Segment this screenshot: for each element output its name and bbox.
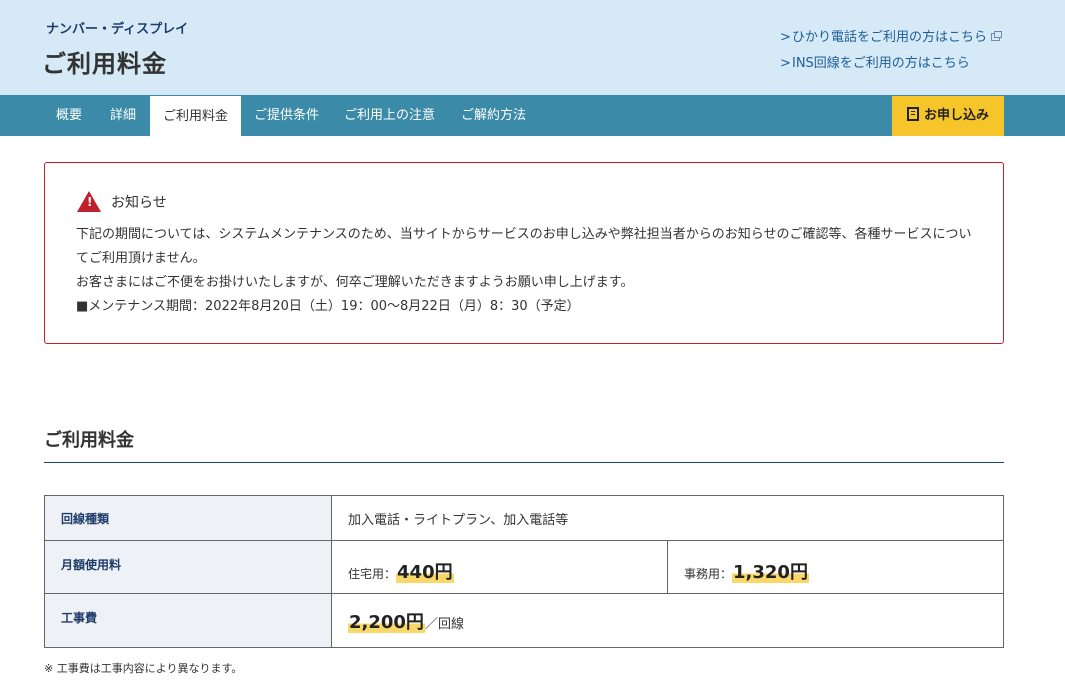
business-label: 事務用： xyxy=(684,567,733,581)
application-form-icon xyxy=(906,107,919,121)
apply-button-label: お申し込み xyxy=(923,108,989,123)
chevron-right-icon: > xyxy=(780,56,791,71)
tab-details[interactable]: 詳細 xyxy=(110,95,136,136)
tab-cancellation[interactable]: ご解約方法 xyxy=(461,95,526,136)
header-links: >ひかり電話をご利用の方はこちら >INS回線をご利用の方はこちら xyxy=(780,26,1003,78)
notice-title: お知らせ xyxy=(111,194,167,211)
apply-button[interactable]: お申し込み xyxy=(892,96,1004,136)
notice-header: ! お知らせ xyxy=(77,191,167,212)
page-header: ナンバー・ディスプレイ ご利用料金 >ひかり電話をご利用の方はこちら >INS回… xyxy=(0,0,1065,95)
maintenance-notice: ! お知らせ 下記の期間については、システムメンテナンスのため、当サイトからサー… xyxy=(44,162,1004,344)
business-price: 1,320円 xyxy=(732,562,809,583)
tab-pricing[interactable]: ご利用料金 xyxy=(150,95,242,136)
tab-overview[interactable]: 概要 xyxy=(56,95,82,136)
hikari-phone-link-label: ひかり電話をご利用の方はこちら xyxy=(792,30,988,45)
per-line-suffix: ／回線 xyxy=(424,616,464,632)
business-fee-cell: 事務用：1,320円 xyxy=(667,540,1004,594)
warning-icon: ! xyxy=(77,191,101,212)
table-row: 月額使用料 住宅用：440円 事務用：1,320円 xyxy=(44,540,1004,594)
footnote: ※ 工事費は工事内容により異なります。 xyxy=(44,662,243,675)
hikari-phone-link[interactable]: >ひかり電話をご利用の方はこちら xyxy=(780,26,1003,45)
external-link-icon xyxy=(991,31,1003,41)
residential-fee-cell: 住宅用：440円 xyxy=(331,540,668,594)
section-title: ご利用料金 xyxy=(44,430,134,451)
residential-label: 住宅用： xyxy=(348,567,397,581)
table-row: 工事費 2,200円／回線 xyxy=(44,593,1004,648)
tab-usage-notes[interactable]: ご利用上の注意 xyxy=(344,95,435,136)
table-row: 回線種類 加入電話・ライトプラン、加入電話等 xyxy=(44,495,1004,541)
line-type-value: 加入電話・ライトプラン、加入電話等 xyxy=(331,495,1004,541)
table-row-header: 回線種類 xyxy=(44,495,332,541)
notice-line: お客さまにはご不便をお掛けいたしますが、何卒ご理解いただきますようお願い申し上げ… xyxy=(76,275,634,290)
ins-line-link-label: INS回線をご利用の方はこちら xyxy=(792,56,970,71)
notice-line: 下記の期間については、システムメンテナンスのため、当サイトからサービスのお申し込… xyxy=(76,227,972,266)
tab-conditions[interactable]: ご提供条件 xyxy=(254,95,319,136)
notice-body: 下記の期間については、システムメンテナンスのため、当サイトからサービスのお申し込… xyxy=(76,223,981,319)
construction-fee-cell: 2,200円／回線 xyxy=(331,593,1004,648)
service-name: ナンバー・ディスプレイ xyxy=(46,22,189,37)
table-row-header: 工事費 xyxy=(44,593,332,648)
notice-line: ■メンテナンス期間：2022年8月20日（土）19：00〜8月22日（月）8：3… xyxy=(76,299,580,314)
ins-line-link[interactable]: >INS回線をご利用の方はこちら xyxy=(780,52,1000,71)
chevron-right-icon: > xyxy=(780,30,791,45)
residential-price: 440円 xyxy=(396,562,454,583)
construction-price: 2,200円 xyxy=(348,611,425,633)
pricing-table: 回線種類 加入電話・ライトプラン、加入電話等 月額使用料 住宅用：440円 事務… xyxy=(44,495,1004,648)
page-title: ご利用料金 xyxy=(42,50,167,78)
section-divider xyxy=(44,462,1004,463)
table-row-header: 月額使用料 xyxy=(44,540,332,594)
